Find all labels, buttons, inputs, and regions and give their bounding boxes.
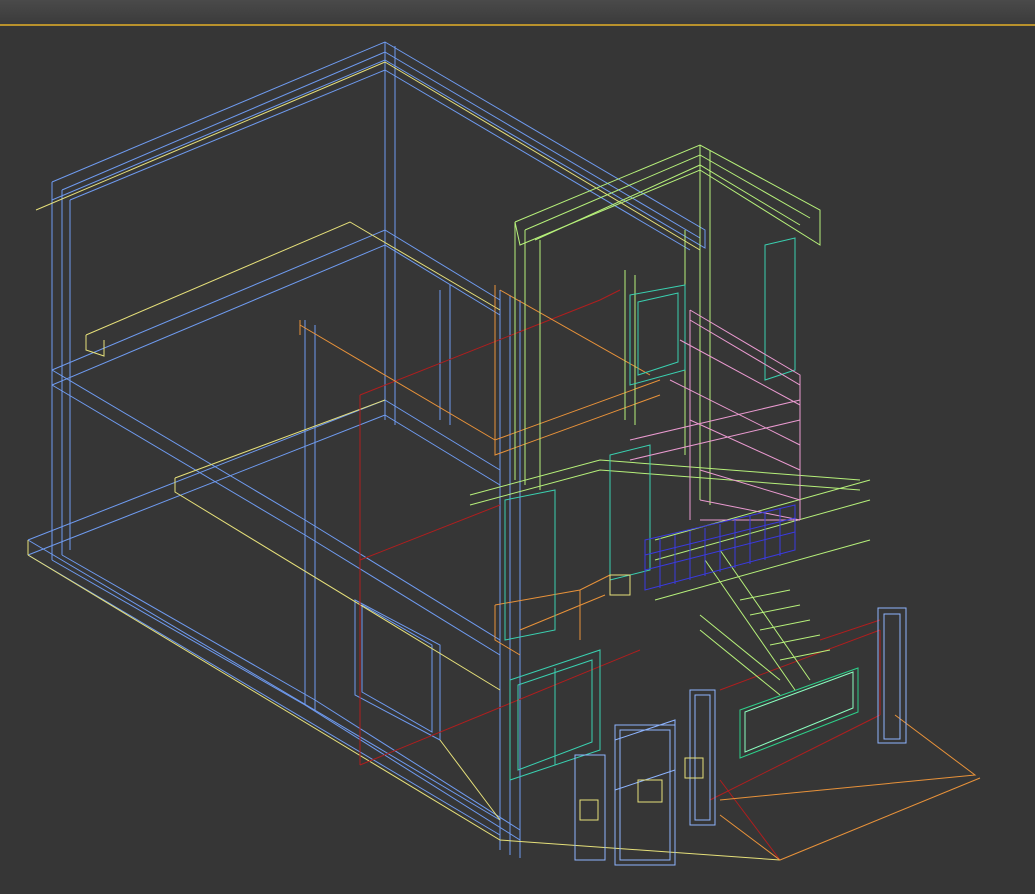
gate-panel <box>739 667 859 759</box>
teal-door-frames <box>504 237 796 781</box>
slab-outlines <box>27 61 781 861</box>
main-house-wireframe <box>27 41 706 858</box>
3d-viewport[interactable] <box>0 28 1035 894</box>
balcony-grille <box>644 504 796 591</box>
light-fixtures <box>579 574 704 821</box>
pink-balcony-frames <box>629 309 801 521</box>
wireframe-building-model[interactable] <box>0 28 1035 894</box>
viewport-header <box>0 0 1035 26</box>
